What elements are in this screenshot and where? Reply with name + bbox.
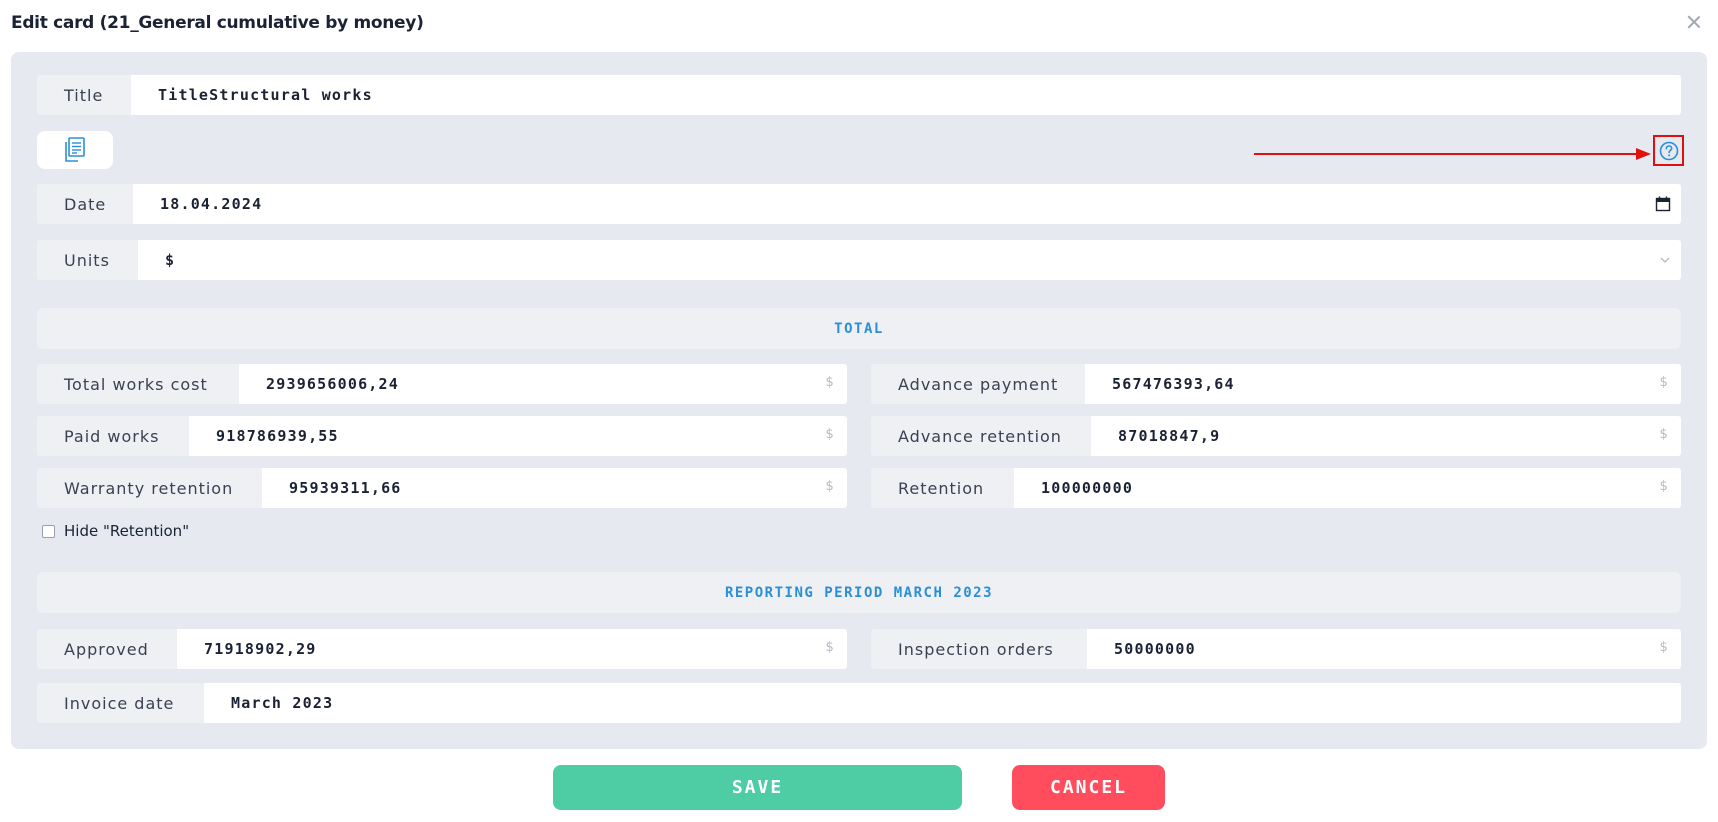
currency-unit: $	[825, 640, 835, 655]
currency-unit: $	[1659, 640, 1669, 655]
currency-unit: $	[825, 427, 835, 442]
help-button[interactable]	[1653, 135, 1684, 166]
title-field-row: Title TitleStructural works	[37, 75, 1681, 115]
annotation-arrow-head	[1636, 148, 1651, 160]
date-label: Date	[37, 184, 133, 224]
modal-title: Edit card (21_General cumulative by mone…	[11, 13, 424, 33]
warranty-retention-value: 95939311,66	[289, 479, 402, 497]
retention-label: Retention	[871, 468, 1014, 508]
units-select[interactable]: $	[138, 240, 1681, 280]
chevron-down-icon	[1660, 257, 1670, 263]
units-field-row: Units $	[37, 240, 1681, 280]
reporting-period-heading: REPORTING PERIOD MARCH 2023	[37, 572, 1681, 613]
inspection-orders-input[interactable]: 50000000 $	[1087, 629, 1681, 669]
retention-row: Retention 100000000 $	[871, 468, 1681, 508]
paid-works-label: Paid works	[37, 416, 189, 456]
title-input[interactable]: TitleStructural works	[131, 75, 1681, 115]
total-works-cost-row: Total works cost 2939656006,24 $	[37, 364, 847, 404]
paid-works-value: 918786939,55	[216, 427, 339, 445]
retention-value: 100000000	[1041, 479, 1134, 497]
approved-label: Approved	[37, 629, 177, 669]
advance-retention-label: Advance retention	[871, 416, 1091, 456]
units-value: $	[165, 251, 176, 269]
invoice-date-input[interactable]: March 2023	[204, 683, 1681, 723]
total-section-heading: TOTAL	[37, 308, 1681, 349]
cancel-button[interactable]: CANCEL	[1012, 765, 1165, 810]
advance-payment-label: Advance payment	[871, 364, 1085, 404]
units-label: Units	[37, 240, 138, 280]
annotation-arrow-line	[1254, 153, 1639, 155]
help-circle-icon	[1659, 141, 1678, 160]
total-works-cost-value: 2939656006,24	[266, 375, 399, 393]
close-icon[interactable]	[1684, 12, 1704, 32]
approved-row: Approved 71918902,29 $	[37, 629, 847, 669]
date-value: 18.04.2024	[160, 195, 263, 213]
retention-input[interactable]: 100000000 $	[1014, 468, 1681, 508]
total-works-cost-label: Total works cost	[37, 364, 239, 404]
save-button[interactable]: SAVE	[553, 765, 962, 810]
currency-unit: $	[1659, 427, 1669, 442]
advance-retention-value: 87018847,9	[1118, 427, 1221, 445]
warranty-retention-input[interactable]: 95939311,66 $	[262, 468, 847, 508]
approved-value: 71918902,29	[204, 640, 317, 658]
document-button[interactable]	[37, 131, 113, 169]
paid-works-row: Paid works 918786939,55 $	[37, 416, 847, 456]
inspection-orders-label: Inspection orders	[871, 629, 1087, 669]
hide-retention-label: Hide "Retention"	[64, 522, 190, 540]
invoice-date-label: Invoice date	[37, 683, 204, 723]
paid-works-input[interactable]: 918786939,55 $	[189, 416, 847, 456]
warranty-retention-label: Warranty retention	[37, 468, 262, 508]
approved-input[interactable]: 71918902,29 $	[177, 629, 847, 669]
advance-payment-row: Advance payment 567476393,64 $	[871, 364, 1681, 404]
date-field-row: Date 18.04.2024	[37, 184, 1681, 224]
hide-retention-checkbox[interactable]	[42, 524, 55, 538]
title-label: Title	[37, 75, 131, 115]
hide-retention-checkbox-row[interactable]: Hide "Retention"	[42, 522, 189, 540]
inspection-orders-row: Inspection orders 50000000 $	[871, 629, 1681, 669]
inspection-orders-value: 50000000	[1114, 640, 1196, 658]
advance-payment-value: 567476393,64	[1112, 375, 1235, 393]
invoice-date-row: Invoice date March 2023	[37, 683, 1681, 723]
calendar-icon[interactable]	[1655, 196, 1671, 212]
date-input[interactable]: 18.04.2024	[133, 184, 1681, 224]
currency-unit: $	[1659, 479, 1669, 494]
currency-unit: $	[825, 375, 835, 390]
advance-payment-input[interactable]: 567476393,64 $	[1085, 364, 1681, 404]
advance-retention-input[interactable]: 87018847,9 $	[1091, 416, 1681, 456]
currency-unit: $	[1659, 375, 1669, 390]
currency-unit: $	[825, 479, 835, 494]
document-icon	[65, 137, 85, 162]
total-works-cost-input[interactable]: 2939656006,24 $	[239, 364, 847, 404]
advance-retention-row: Advance retention 87018847,9 $	[871, 416, 1681, 456]
warranty-retention-row: Warranty retention 95939311,66 $	[37, 468, 847, 508]
